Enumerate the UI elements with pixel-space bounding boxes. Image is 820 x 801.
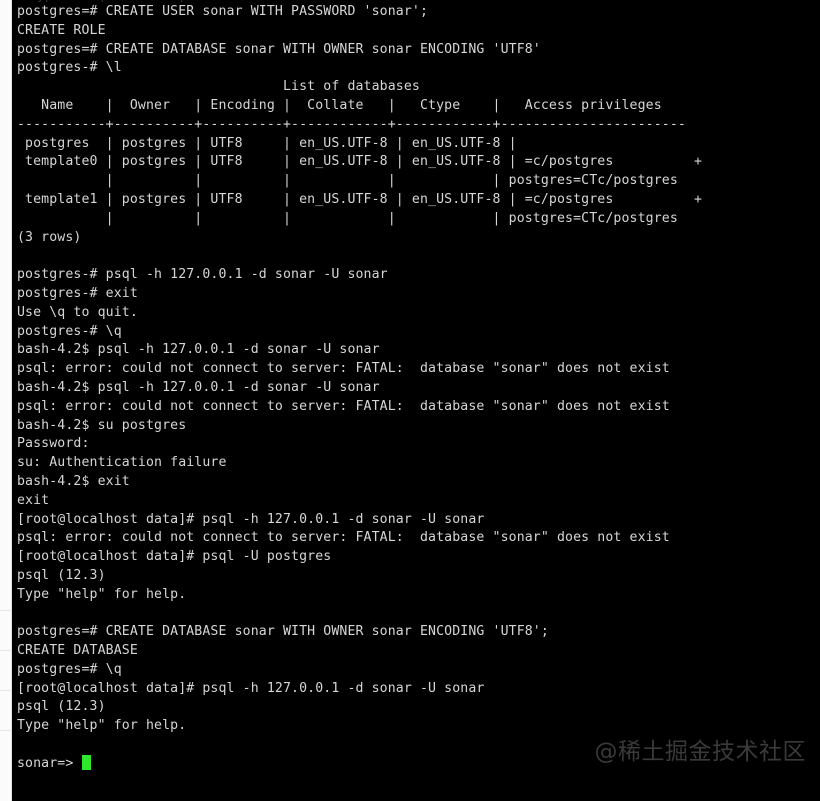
terminal-line: | | | | | postgres=CTc/postgres [17,173,678,189]
gutter-divider [0,650,12,651]
terminal-line: Password: [17,436,90,452]
terminal-line: bash-4.2$ psql -h 127.0.0.1 -d sonar -U … [17,342,380,358]
terminal-line: psql: error: could not connect to server… [17,361,670,377]
gutter-divider [0,610,12,611]
terminal-line: Type "help" for help. [17,718,187,734]
gutter-divider [0,690,12,691]
terminal-line-list: postgres=# CREATE USER sonar WITH PASSWO… [17,3,820,774]
terminal-line: | | | | | postgres=CTc/postgres [17,210,678,226]
terminal-line: Use \q to quit. [17,304,138,320]
terminal-line: postgres-# \q [17,323,122,339]
left-gutter-strip [0,0,12,801]
terminal-line: [root@localhost data]# psql -h 127.0.0.1… [17,680,485,696]
terminal-line: su: Authentication failure [17,455,227,471]
terminal-line: postgres-# exit [17,285,138,301]
gutter-divider [0,730,12,731]
terminal-line: bash-4.2$ exit [17,473,130,489]
terminal-line: -----------+----------+----------+------… [17,116,686,132]
terminal-line: [root@localhost data]# psql -h 127.0.0.1… [17,511,485,527]
terminal-line: Name | Owner | Encoding | Collate | Ctyp… [17,97,662,113]
terminal-line: template1 | postgres | UTF8 | en_US.UTF-… [17,191,703,207]
terminal-line: [root@localhost data]# psql -U postgres [17,549,332,565]
terminal-line: postgres | postgres | UTF8 | en_US.UTF-8… [17,135,517,151]
prompt-text: sonar=> [17,755,82,771]
terminal-line: postgres=# CREATE DATABASE sonar WITH OW… [17,624,549,640]
terminal-line: bash-4.2$ su postgres [17,417,187,433]
terminal-line: psql (12.3) [17,567,106,583]
terminal-line: bash-4.2$ psql -h 127.0.0.1 -d sonar -U … [17,379,380,395]
terminal-line: CREATE ROLE [17,22,106,38]
terminal-line: psql (12.3) [17,699,106,715]
terminal-line: postgres=# CREATE DATABASE sonar WITH OW… [17,41,541,57]
text-cursor [82,754,92,770]
terminal-line: exit [17,492,50,508]
terminal-line: postgres=# \q [17,661,122,677]
terminal-line: postgres-# \l [17,60,122,76]
watermark-text: @稀土掘金技术社区 [594,739,806,765]
terminal-line: template0 | postgres | UTF8 | en_US.UTF-… [17,154,703,170]
terminal-line: Type "help" for help. [17,586,187,602]
terminal-line: List of databases [17,79,420,95]
terminal-line: postgres-# psql -h 127.0.0.1 -d sonar -U… [17,267,388,283]
terminal-line: CREATE DATABASE [17,643,138,659]
terminal-line: postgres=# CREATE USER sonar WITH PASSWO… [17,4,429,19]
terminal-screen: Type "help" for help. postgres=# CREATE … [0,0,820,801]
terminal-line: psql: error: could not connect to server… [17,398,670,414]
terminal-output-pane[interactable]: Type "help" for help. postgres=# CREATE … [12,0,820,801]
terminal-line: (3 rows) [17,229,82,245]
terminal-line: psql: error: could not connect to server… [17,530,670,546]
